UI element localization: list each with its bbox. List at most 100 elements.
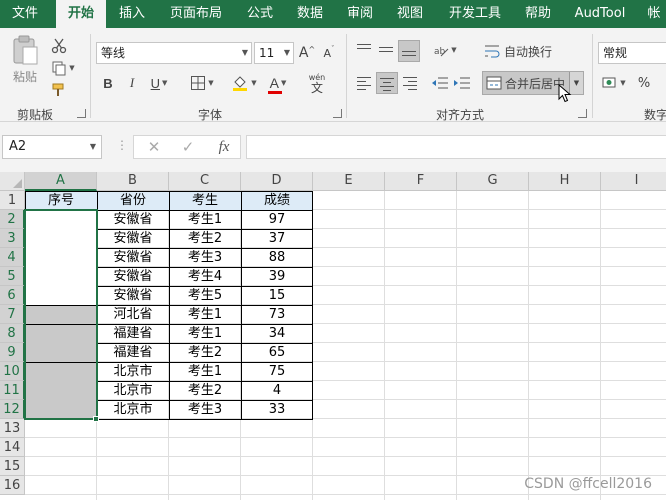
row-header[interactable]: 10 — [0, 362, 25, 381]
column-header-f[interactable]: F — [385, 172, 457, 191]
table-cell[interactable]: 安徽省 — [97, 286, 169, 305]
table-cell[interactable]: 97 — [241, 210, 313, 229]
table-cell[interactable]: 88 — [241, 248, 313, 267]
row-header[interactable]: 9 — [0, 343, 25, 362]
font-color-button[interactable]: A ▼ — [262, 72, 294, 94]
row-header[interactable]: 16 — [0, 476, 25, 495]
percent-style-button[interactable]: % — [634, 72, 654, 94]
underline-button[interactable]: U ▼ — [144, 72, 174, 94]
table-header-cell[interactable]: 成绩 — [241, 191, 313, 210]
tab-account[interactable]: 帐 — [642, 0, 666, 28]
fill-color-button[interactable]: ▼ — [228, 72, 260, 94]
row-header[interactable]: 6 — [0, 286, 25, 305]
column-header-a[interactable]: A — [25, 172, 97, 191]
row-header[interactable]: 11 — [0, 381, 25, 400]
table-cell[interactable]: 考生4 — [169, 267, 241, 286]
table-cell[interactable]: 考生2 — [169, 229, 241, 248]
column-header-b[interactable]: B — [97, 172, 169, 191]
row-header[interactable]: 8 — [0, 324, 25, 343]
fill-handle[interactable] — [93, 416, 99, 422]
decrease-indent-button[interactable] — [430, 72, 450, 94]
formula-bar-grip-icon[interactable]: ⋮ — [116, 138, 128, 152]
row-header[interactable]: 3 — [0, 229, 25, 248]
tab-insert[interactable]: 插入 — [110, 0, 154, 28]
table-cell[interactable]: 考生5 — [169, 286, 241, 305]
table-cell[interactable]: 北京市 — [97, 381, 169, 400]
table-cell[interactable]: 34 — [241, 324, 313, 343]
accounting-format-button[interactable]: ▼ — [600, 72, 628, 94]
table-cell[interactable]: 考生1 — [169, 362, 241, 381]
align-bottom-button[interactable] — [398, 40, 420, 62]
table-cell[interactable]: 河北省 — [97, 305, 169, 324]
bold-button[interactable]: B — [98, 72, 118, 94]
font-launcher-icon[interactable] — [333, 109, 342, 118]
table-cell[interactable]: 安徽省 — [97, 210, 169, 229]
table-cell[interactable]: 考生1 — [169, 305, 241, 324]
tab-help[interactable]: 帮助 — [516, 0, 560, 28]
table-cell[interactable]: 73 — [241, 305, 313, 324]
row-header[interactable]: 12 — [0, 400, 25, 419]
grow-font-button[interactable]: A ^ — [298, 42, 316, 64]
table-header-cell[interactable]: 考生 — [169, 191, 241, 210]
table-cell[interactable]: 安徽省 — [97, 229, 169, 248]
column-header-c[interactable]: C — [169, 172, 241, 191]
column-header-d[interactable]: D — [241, 172, 313, 191]
row-header[interactable]: 13 — [0, 419, 25, 438]
align-left-button[interactable] — [354, 72, 374, 94]
wrap-text-button[interactable]: 自动换行 — [484, 40, 556, 62]
table-cell[interactable]: 考生1 — [169, 324, 241, 343]
align-top-button[interactable] — [354, 40, 374, 60]
row-header[interactable]: 7 — [0, 305, 25, 324]
orientation-button[interactable]: ab ▼ — [430, 40, 460, 60]
table-cell[interactable]: 北京市 — [97, 362, 169, 381]
table-cell[interactable]: 4 — [241, 381, 313, 400]
row-header[interactable]: 5 — [0, 267, 25, 286]
align-center-button[interactable] — [376, 72, 398, 94]
tab-file[interactable]: 文件 — [0, 0, 50, 28]
paste-button[interactable]: 粘贴 — [8, 34, 42, 98]
tab-review[interactable]: 审阅 — [338, 0, 382, 28]
tab-page-layout[interactable]: 页面布局 — [160, 0, 232, 28]
table-cell[interactable]: 39 — [241, 267, 313, 286]
increase-indent-button[interactable] — [452, 72, 472, 94]
table-header-cell[interactable]: 省份 — [97, 191, 169, 210]
insert-function-button[interactable]: fx — [210, 136, 238, 158]
alignment-launcher-icon[interactable] — [578, 109, 587, 118]
tab-formulas[interactable]: 公式 — [238, 0, 282, 28]
font-size-select[interactable]: 11 ▼ — [254, 42, 294, 64]
table-cell[interactable]: 安徽省 — [97, 248, 169, 267]
clipboard-launcher-icon[interactable] — [77, 109, 86, 118]
phonetic-guide-button[interactable]: wén 文 — [302, 70, 332, 96]
select-all-button[interactable] — [0, 172, 25, 191]
table-cell[interactable]: 考生3 — [169, 400, 241, 419]
table-cell[interactable]: 考生2 — [169, 343, 241, 362]
table-cell[interactable]: 考生3 — [169, 248, 241, 267]
table-cell[interactable]: 福建省 — [97, 324, 169, 343]
table-cell[interactable]: 福建省 — [97, 343, 169, 362]
worksheet-grid[interactable]: A B C D E F G H I 1 2 3 4 5 6 7 8 9 10 1… — [0, 172, 666, 500]
row-header[interactable]: 4 — [0, 248, 25, 267]
table-cell[interactable]: 15 — [241, 286, 313, 305]
table-cell[interactable]: 37 — [241, 229, 313, 248]
column-header-e[interactable]: E — [313, 172, 385, 191]
table-cell[interactable]: 北京市 — [97, 400, 169, 419]
shrink-font-button[interactable]: Aˇ — [320, 42, 338, 64]
table-cell[interactable]: 65 — [241, 343, 313, 362]
confirm-edit-button[interactable]: ✓ — [174, 136, 202, 158]
borders-button[interactable]: ▼ — [184, 72, 220, 94]
row-header[interactable]: 15 — [0, 457, 25, 476]
column-header-h[interactable]: H — [529, 172, 601, 191]
table-cell[interactable]: 安徽省 — [97, 267, 169, 286]
row-header[interactable]: 1 — [0, 191, 25, 210]
font-name-select[interactable]: 等线 ▼ — [96, 42, 252, 64]
copy-button[interactable]: ▼ — [48, 58, 78, 78]
row-header[interactable]: 14 — [0, 438, 25, 457]
tab-data[interactable]: 数据 — [288, 0, 332, 28]
column-header-i[interactable]: I — [601, 172, 666, 191]
cancel-edit-button[interactable]: ✕ — [140, 136, 168, 158]
align-right-button[interactable] — [400, 72, 420, 94]
name-box[interactable]: A2 ▼ — [2, 135, 102, 159]
tab-developer[interactable]: 开发工具 — [440, 0, 510, 28]
number-format-select[interactable]: 常规 — [598, 42, 666, 64]
column-header-g[interactable]: G — [457, 172, 529, 191]
